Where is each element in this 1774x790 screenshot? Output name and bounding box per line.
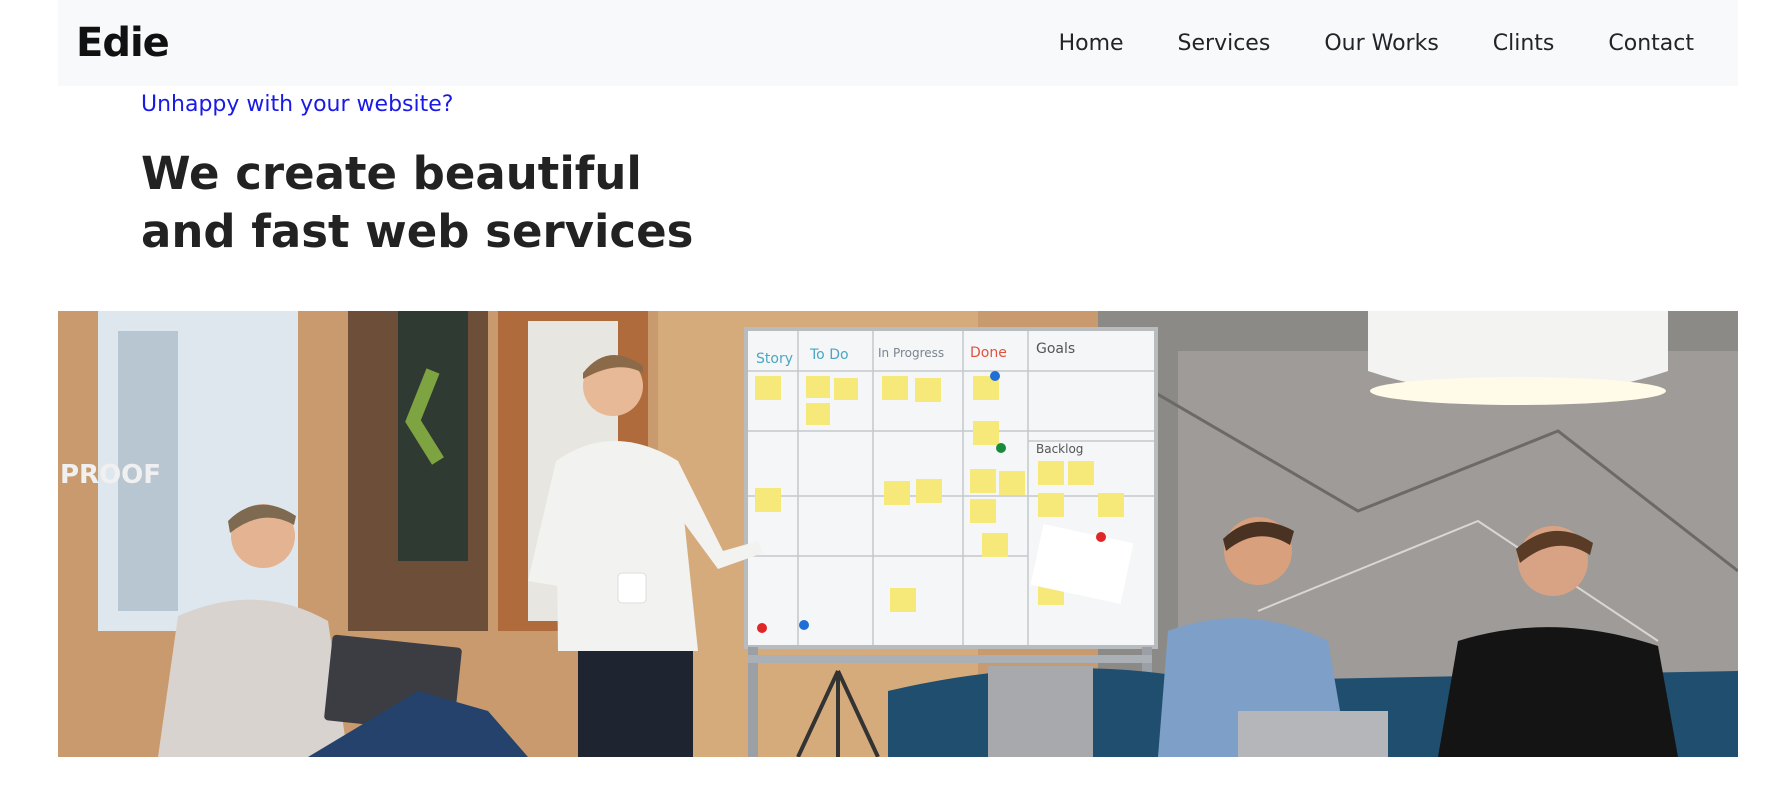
nav-link-our-works[interactable]: Our Works bbox=[1324, 31, 1438, 56]
hero-eyebrow: Unhappy with your website? bbox=[141, 92, 454, 117]
nav-link-home[interactable]: Home bbox=[1059, 31, 1124, 56]
team-meeting-photo: PROOF Story To Do In Progress Done Goals… bbox=[58, 311, 1738, 757]
nav-link-clients[interactable]: Clints bbox=[1493, 31, 1555, 56]
board-backlog: Backlog bbox=[1036, 442, 1083, 456]
headline-line-1: We create beautiful bbox=[141, 147, 642, 200]
brand-logo[interactable]: Edie bbox=[76, 20, 170, 66]
hero-section: Unhappy with your website? We create bea… bbox=[141, 88, 693, 261]
board-col-todo: To Do bbox=[809, 347, 849, 363]
hero-headline: We create beautiful and fast web service… bbox=[141, 145, 693, 261]
wall-sign-text: PROOF bbox=[60, 460, 161, 490]
nav-link-services[interactable]: Services bbox=[1178, 31, 1271, 56]
board-col-story: Story bbox=[756, 351, 793, 367]
nav-links: Home Services Our Works Clints Contact bbox=[1059, 31, 1694, 56]
hero-image: PROOF Story To Do In Progress Done Goals… bbox=[58, 311, 1738, 757]
board-col-goals: Goals bbox=[1036, 341, 1075, 357]
navbar: Edie Home Services Our Works Clints Cont… bbox=[58, 0, 1738, 86]
board-col-progress: In Progress bbox=[878, 346, 944, 360]
nav-link-contact[interactable]: Contact bbox=[1608, 31, 1694, 56]
board-col-done: Done bbox=[970, 345, 1007, 361]
headline-line-2: and fast web services bbox=[141, 205, 694, 258]
